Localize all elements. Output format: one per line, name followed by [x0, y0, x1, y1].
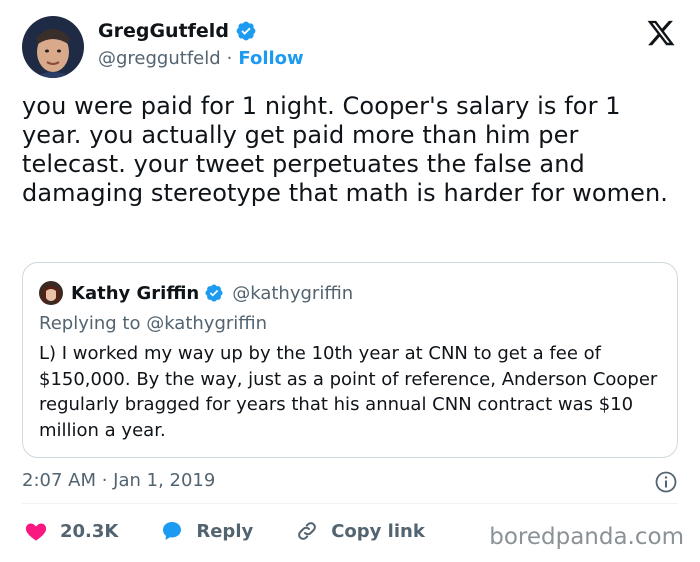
watermark: boredpanda.com — [489, 524, 684, 550]
info-icon[interactable] — [654, 470, 678, 494]
action-bar: 20.3K Reply Copy link — [24, 519, 467, 543]
divider — [22, 503, 678, 504]
copy-link-label: Copy link — [331, 520, 425, 542]
quoted-author-name: Kathy Griffin — [71, 282, 200, 304]
replying-to: Replying to @kathygriffin — [39, 313, 268, 334]
follow-button[interactable]: Follow — [238, 48, 303, 69]
reply-button[interactable]: Reply — [160, 519, 253, 543]
reply-bubble-icon — [163, 522, 182, 540]
separator-dot: · — [226, 48, 233, 69]
like-button[interactable]: 20.3K — [24, 519, 118, 543]
copy-link-button[interactable]: Copy link — [295, 519, 425, 543]
x-logo-icon[interactable] — [646, 18, 676, 48]
verified-badge-icon — [205, 284, 223, 302]
quoted-author-handle: @kathygriffin — [232, 282, 354, 304]
quoted-tweet-text: L) I worked my way up by the 10th year a… — [39, 343, 658, 441]
tweet-timestamp[interactable]: 2:07 AM · Jan 1, 2019 — [22, 470, 215, 491]
reply-label: Reply — [196, 520, 254, 542]
author-display-name[interactable]: GregGutfeld — [98, 20, 229, 42]
author-handle[interactable]: @greggutfeld — [98, 48, 221, 69]
author-avatar[interactable] — [22, 16, 84, 78]
heart-icon — [25, 523, 47, 541]
tweet-text: you were paid for 1 night. Cooper's sala… — [22, 92, 669, 207]
verified-badge-icon — [236, 21, 256, 41]
quoted-author-avatar — [39, 281, 63, 305]
tweet-header: GregGutfeld @greggutfeld · Follow — [22, 16, 682, 80]
quoted-tweet[interactable]: Kathy Griffin @kathygriffin Replying to … — [22, 262, 678, 458]
link-icon — [298, 522, 317, 540]
like-count: 20.3K — [60, 520, 119, 542]
